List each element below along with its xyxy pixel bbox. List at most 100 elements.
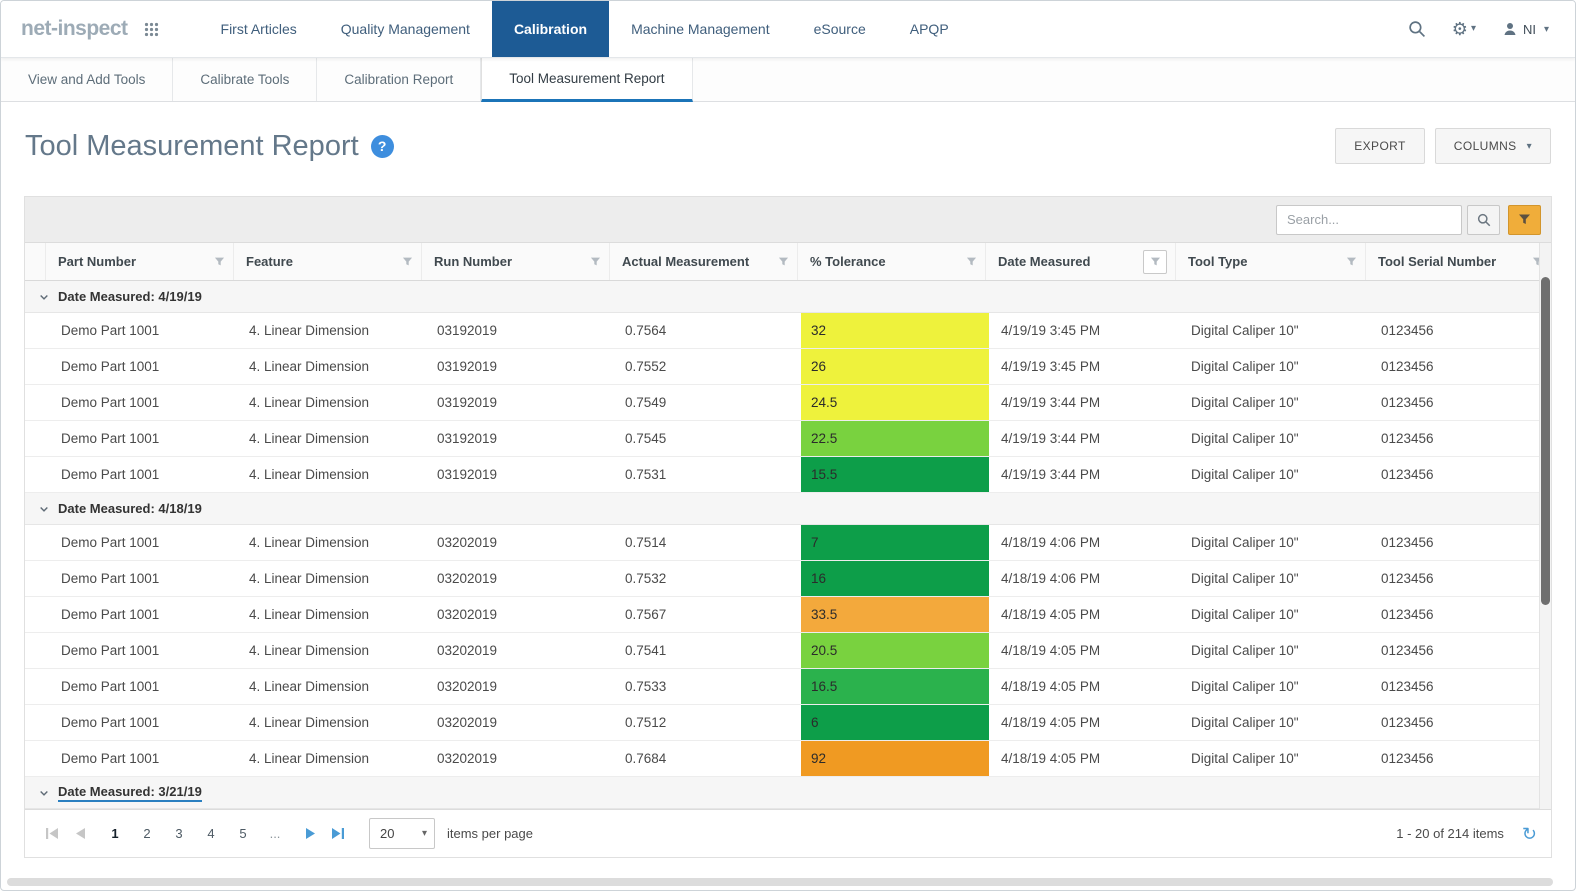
- cell-serial: 0123456: [1381, 395, 1434, 410]
- tab-calibration-report[interactable]: Calibration Report: [317, 58, 482, 101]
- nav-item-first-articles[interactable]: First Articles: [199, 1, 319, 57]
- settings-gear-icon[interactable]: ⚙ ▾: [1452, 20, 1476, 38]
- page-range-label: 1 - 20 of 214 items: [1396, 826, 1504, 841]
- filter-icon[interactable]: [1143, 249, 1167, 274]
- collapse-chevron-icon[interactable]: [39, 504, 49, 514]
- column-header-feature[interactable]: Feature: [233, 243, 421, 280]
- filter-icon[interactable]: [214, 256, 225, 267]
- clear-filters-button[interactable]: [1508, 204, 1541, 235]
- cell-tool-type: Digital Caliper 10": [1191, 751, 1299, 766]
- cell-tolerance: 22.5: [801, 421, 989, 456]
- nav-item-esource[interactable]: eSource: [792, 1, 888, 57]
- table-row[interactable]: Demo Part 1001 4. Linear Dimension 0319201…: [25, 421, 1551, 457]
- cell-part: Demo Part 1001: [61, 607, 160, 622]
- vertical-scrollbar[interactable]: [1539, 243, 1551, 809]
- export-label: EXPORT: [1354, 139, 1406, 153]
- cell-feature: 4. Linear Dimension: [249, 359, 370, 374]
- tab-tool-measurement-report[interactable]: Tool Measurement Report: [481, 58, 693, 102]
- search-icon[interactable]: [1408, 20, 1426, 38]
- table-row[interactable]: Demo Part 1001 4. Linear Dimension 0320201…: [25, 669, 1551, 705]
- collapse-chevron-icon[interactable]: [39, 788, 49, 798]
- brand-logo[interactable]: net-inspect: [21, 17, 128, 41]
- cell-serial: 0123456: [1381, 571, 1434, 586]
- filter-clear-icon: [1519, 214, 1530, 224]
- column-header-tool-type[interactable]: Tool Type: [1175, 243, 1365, 280]
- cell-serial: 0123456: [1381, 431, 1434, 446]
- collapse-chevron-icon[interactable]: [39, 292, 49, 302]
- cell-tolerance: 92: [801, 741, 989, 776]
- cell-tolerance: 26: [801, 349, 989, 384]
- cell-tolerance: 16.5: [801, 669, 989, 704]
- table-row[interactable]: Demo Part 1001 4. Linear Dimension 0319201…: [25, 385, 1551, 421]
- scrollbar-thumb[interactable]: [1541, 276, 1550, 606]
- page-number-2[interactable]: 2: [135, 821, 159, 847]
- cell-run: 03202019: [437, 643, 498, 658]
- cell-actual: 0.7512: [625, 715, 667, 730]
- filter-icon[interactable]: [966, 256, 977, 267]
- tab-view-and-add-tools[interactable]: View and Add Tools: [1, 58, 174, 101]
- nav-item-machine-management[interactable]: Machine Management: [609, 1, 792, 57]
- grid-search-button[interactable]: [1467, 204, 1500, 235]
- table-row[interactable]: Demo Part 1001 4. Linear Dimension 0319201…: [25, 457, 1551, 493]
- table-row[interactable]: Demo Part 1001 4. Linear Dimension 0320201…: [25, 741, 1551, 777]
- apps-grid-icon[interactable]: [144, 22, 159, 37]
- page-number-1[interactable]: 1: [103, 821, 127, 847]
- filter-icon[interactable]: [402, 256, 413, 267]
- cell-tolerance: 15.5: [801, 457, 989, 492]
- cell-part: Demo Part 1001: [61, 571, 160, 586]
- column-header-date-measured[interactable]: Date Measured: [985, 243, 1175, 280]
- page-size-select[interactable]: 20: [369, 818, 435, 849]
- table-row[interactable]: Demo Part 1001 4. Linear Dimension 0320201…: [25, 705, 1551, 741]
- group-header-row[interactable]: Date Measured: 4/19/19: [25, 281, 1551, 313]
- export-button[interactable]: EXPORT: [1335, 128, 1425, 164]
- table-row[interactable]: Demo Part 1001 4. Linear Dimension 0320201…: [25, 561, 1551, 597]
- cell-tool-type: Digital Caliper 10": [1191, 359, 1299, 374]
- previous-page-button[interactable]: [67, 821, 93, 847]
- table-row[interactable]: Demo Part 1001 4. Linear Dimension 0319201…: [25, 313, 1551, 349]
- page-number-3[interactable]: 3: [167, 821, 191, 847]
- row-gutter: [25, 561, 49, 596]
- cell-tool-type: Digital Caliper 10": [1191, 467, 1299, 482]
- search-input[interactable]: [1276, 204, 1462, 235]
- table-row[interactable]: Demo Part 1001 4. Linear Dimension 0319201…: [25, 349, 1551, 385]
- group-header-row[interactable]: Date Measured: 3/21/19: [25, 777, 1551, 809]
- cell-serial: 0123456: [1381, 607, 1434, 622]
- cell-serial: 0123456: [1381, 323, 1434, 338]
- page-number-5[interactable]: 5: [231, 821, 255, 847]
- filter-icon[interactable]: [1346, 256, 1357, 267]
- user-menu[interactable]: NI ▾: [1502, 21, 1549, 37]
- cell-feature: 4. Linear Dimension: [249, 535, 370, 550]
- filter-icon[interactable]: [590, 256, 601, 267]
- next-page-button[interactable]: [297, 821, 323, 847]
- help-icon[interactable]: ?: [370, 134, 394, 158]
- scrollbar-thumb[interactable]: [7, 878, 1554, 886]
- column-header-tool-serial-number[interactable]: Tool Serial Number: [1365, 243, 1551, 280]
- tab-calibrate-tools[interactable]: Calibrate Tools: [173, 58, 318, 101]
- page-header: Tool Measurement Report ? EXPORT COLUMNS…: [1, 102, 1575, 184]
- page-number-4[interactable]: 4: [199, 821, 223, 847]
- cell-date: 4/18/19 4:05 PM: [1001, 607, 1101, 622]
- first-page-button[interactable]: [39, 821, 65, 847]
- table-row[interactable]: Demo Part 1001 4. Linear Dimension 0320201…: [25, 597, 1551, 633]
- column-header-actual-measurement[interactable]: Actual Measurement: [609, 243, 797, 280]
- cell-tolerance: 16: [801, 561, 989, 596]
- refresh-icon[interactable]: ↻: [1522, 825, 1537, 843]
- horizontal-scrollbar[interactable]: [7, 878, 1569, 886]
- column-header-tolerance[interactable]: % Tolerance: [797, 243, 985, 280]
- nav-item-quality-management[interactable]: Quality Management: [319, 1, 492, 57]
- nav-item-apqp[interactable]: APQP: [888, 1, 971, 57]
- table-row[interactable]: Demo Part 1001 4. Linear Dimension 0320201…: [25, 633, 1551, 669]
- column-header-run-number[interactable]: Run Number: [421, 243, 609, 280]
- group-gutter: [25, 243, 45, 280]
- group-header-row[interactable]: Date Measured: 4/18/19: [25, 493, 1551, 525]
- app-window: net-inspect First Articles Quality Manage…: [0, 0, 1576, 891]
- columns-button[interactable]: COLUMNS ▾: [1434, 128, 1551, 164]
- filter-icon[interactable]: [778, 256, 789, 267]
- column-label: Tool Type: [1188, 254, 1248, 269]
- column-header-part-number[interactable]: Part Number: [45, 243, 233, 280]
- last-page-button[interactable]: [325, 821, 351, 847]
- nav-item-calibration[interactable]: Calibration: [491, 1, 610, 57]
- page-ellipsis[interactable]: ...: [263, 821, 287, 847]
- cell-serial: 0123456: [1381, 715, 1434, 730]
- table-row[interactable]: Demo Part 1001 4. Linear Dimension 0320201…: [25, 525, 1551, 561]
